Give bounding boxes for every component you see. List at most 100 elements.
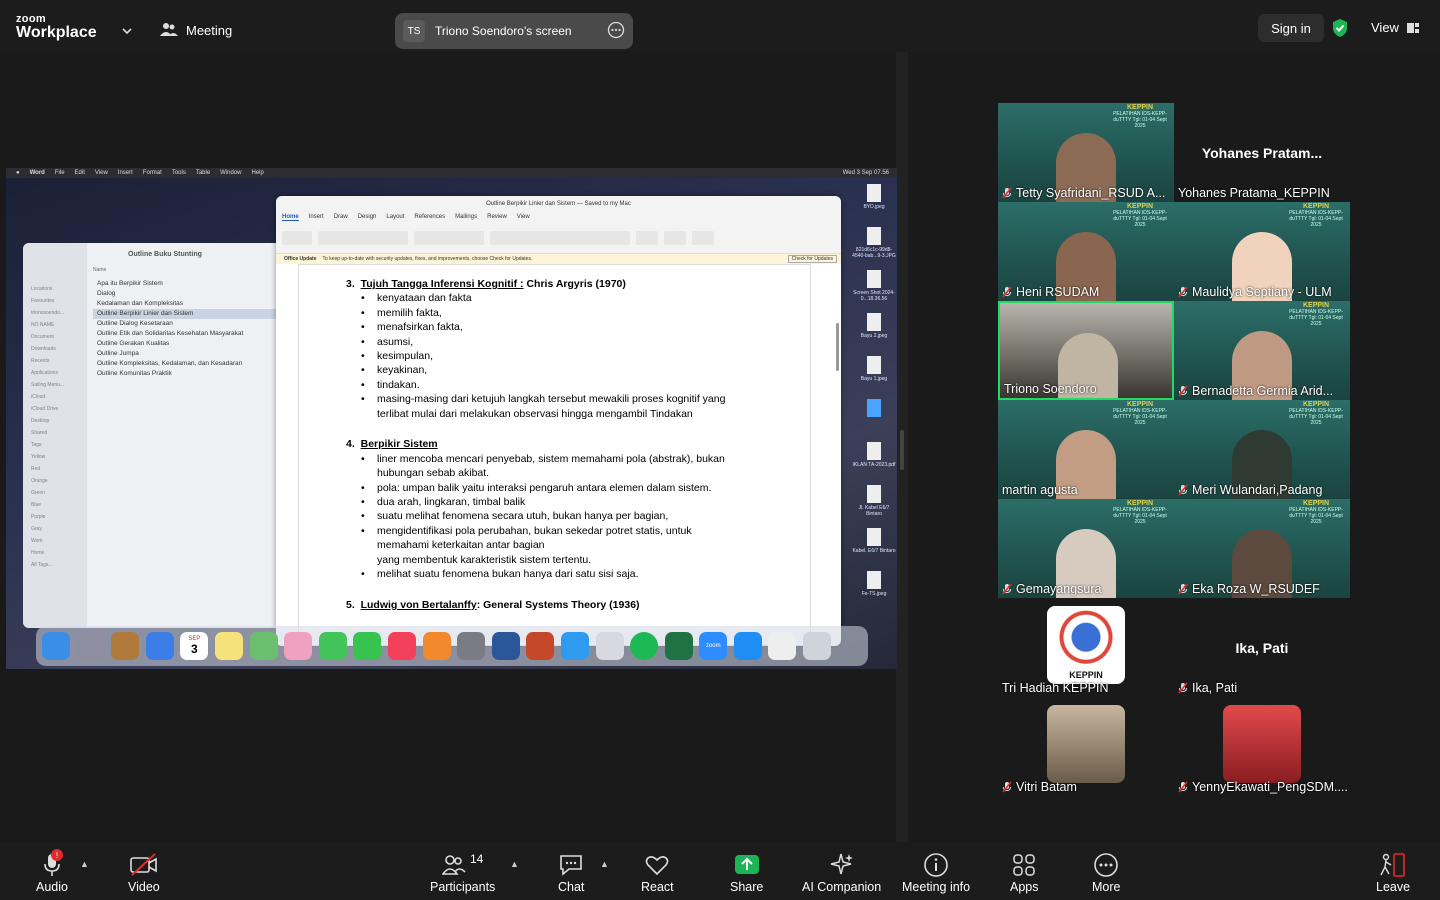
participant-tile[interactable]: KEPPIN Tri Hadiah KEPPIN bbox=[998, 598, 1174, 697]
leave-button[interactable]: Leave bbox=[1376, 852, 1410, 894]
paragraph-controls[interactable] bbox=[414, 231, 484, 245]
desktop-file[interactable]: Screen Shot 2024-0...18.36.56 bbox=[851, 270, 897, 311]
finder-item[interactable]: Outline Kompleksitas, Kedalaman, dan Kes… bbox=[93, 359, 288, 369]
participant-tile[interactable]: Vitri Batam bbox=[998, 697, 1174, 796]
ai-companion-button[interactable]: AI Companion bbox=[802, 852, 881, 894]
finder-sidebar-item[interactable]: Blue bbox=[31, 499, 64, 511]
app-store-dock-icon[interactable] bbox=[733, 632, 762, 660]
screen-share-indicator[interactable]: TS Triono Soendoro's screen bbox=[395, 13, 633, 49]
messages-dock-icon[interactable] bbox=[318, 632, 347, 660]
participant-tile[interactable]: KEPPIN PELATIHAN IDS-KEPP-duTTTY Tgl: 01-… bbox=[998, 202, 1174, 301]
react-button[interactable]: React bbox=[641, 852, 674, 894]
excel-dock-icon[interactable] bbox=[664, 632, 693, 660]
finder-item[interactable]: Outline Etik dan Solidaritas Kesehatan M… bbox=[93, 329, 288, 339]
finder-sidebar-item[interactable]: NO NAME bbox=[31, 319, 64, 331]
finder-sidebar-item[interactable]: Gray bbox=[31, 523, 64, 535]
meeting-button[interactable]: Meeting bbox=[160, 22, 232, 38]
participant-tile[interactable]: Triono Soendoro bbox=[998, 301, 1174, 400]
powerpoint-dock-icon[interactable] bbox=[526, 632, 555, 660]
more-options-icon[interactable] bbox=[607, 21, 625, 42]
finder-sidebar-item[interactable]: Downloads bbox=[31, 343, 64, 355]
music-dock-icon[interactable] bbox=[387, 632, 416, 660]
participant-tile[interactable]: KEPPIN PELATIHAN IDS-KEPP-duTTTY Tgl: 01-… bbox=[1174, 499, 1350, 598]
finder-item[interactable]: Apa itu Berpikir Sistem bbox=[93, 279, 288, 289]
desktop-file[interactable]: Fe-TS.jpeg bbox=[851, 571, 897, 612]
finder-sidebar-item[interactable]: Favourites bbox=[31, 295, 64, 307]
audio-caret-icon[interactable]: ▲ bbox=[80, 859, 89, 869]
trash-dock-icon[interactable] bbox=[803, 632, 832, 660]
font-controls[interactable] bbox=[318, 231, 408, 245]
contacts-dock-icon[interactable] bbox=[111, 632, 140, 660]
finder-sidebar-item[interactable]: iCloud bbox=[31, 391, 64, 403]
finder-sidebar-item[interactable]: Red bbox=[31, 463, 64, 475]
finder-item[interactable]: Outline Jumpa bbox=[93, 349, 288, 359]
finder-sidebar-item[interactable]: Document bbox=[31, 331, 64, 343]
word-scrollbar[interactable] bbox=[836, 323, 839, 371]
ribbon-tab-review[interactable]: Review bbox=[487, 214, 507, 221]
participant-tile[interactable]: KEPPIN PELATIHAN IDS-KEPP-duTTTY Tgl: 01-… bbox=[998, 103, 1174, 202]
more-button[interactable]: More bbox=[1092, 852, 1120, 894]
participant-tile[interactable]: KEPPIN PELATIHAN IDS-KEPP-duTTTY Tgl: 01-… bbox=[1174, 400, 1350, 499]
participant-tile[interactable]: Yohanes Pratam... Yohanes Pratama_KEPPIN bbox=[1174, 103, 1350, 202]
shield-check-icon[interactable] bbox=[1331, 18, 1349, 43]
meeting-info-button[interactable]: Meeting info bbox=[902, 852, 970, 894]
desktop-file[interactable]: Kabel. E6/7 Bintaro bbox=[851, 528, 897, 569]
ribbon-tab-design[interactable]: Design bbox=[358, 214, 377, 221]
finder-sidebar-item[interactable]: Sailing Menu... bbox=[31, 379, 64, 391]
desktop-file[interactable]: Bayu 1.jpeg bbox=[851, 356, 897, 397]
chat-button[interactable]: Chat bbox=[558, 852, 584, 894]
editor-button[interactable] bbox=[692, 231, 714, 245]
finder-sidebar-item[interactable]: Shared bbox=[31, 427, 64, 439]
finder-sidebar-item[interactable]: trionosoendo... bbox=[31, 307, 64, 319]
facetime-dock-icon[interactable] bbox=[353, 632, 382, 660]
dictate-button[interactable] bbox=[636, 231, 658, 245]
generic-app-dock-icon[interactable] bbox=[595, 632, 624, 660]
participant-tile[interactable]: KEPPIN PELATIHAN IDS-KEPP-duTTTY Tgl: 01-… bbox=[1174, 301, 1350, 400]
desktop-file[interactable]: 821d6c1c-99d8-4540-bab...9-3.JPG bbox=[851, 227, 897, 268]
resize-handle[interactable] bbox=[900, 430, 904, 470]
word-dock-icon[interactable] bbox=[491, 632, 520, 660]
finder-sidebar-item[interactable]: Applications bbox=[31, 367, 64, 379]
finder-sidebar-item[interactable]: Orange bbox=[31, 475, 64, 487]
books-dock-icon[interactable] bbox=[422, 632, 451, 660]
ribbon-tab-references[interactable]: References bbox=[414, 214, 445, 221]
finder-sidebar-item[interactable]: Desktop bbox=[31, 415, 64, 427]
participant-tile[interactable]: KEPPIN PELATIHAN IDS-KEPP-duTTTY Tgl: 01-… bbox=[998, 400, 1174, 499]
ribbon-tab-view[interactable]: View bbox=[517, 214, 530, 221]
styles-gallery[interactable] bbox=[490, 231, 630, 245]
ribbon-tab-insert[interactable]: Insert bbox=[309, 214, 324, 221]
participant-tile[interactable]: KEPPIN PELATIHAN IDS-KEPP-duTTTY Tgl: 01-… bbox=[998, 499, 1174, 598]
finder-sidebar-item[interactable]: Purple bbox=[31, 511, 64, 523]
finder-item[interactable]: Kedalaman dan Kompleksitas bbox=[93, 299, 288, 309]
finder-sidebar-item[interactable]: Tags bbox=[31, 439, 64, 451]
finder-sidebar-item[interactable]: Work bbox=[31, 535, 64, 547]
finder-item[interactable]: Dialog bbox=[93, 289, 288, 299]
apps-button[interactable]: Apps bbox=[1010, 852, 1039, 894]
sign-in-button[interactable]: Sign in bbox=[1258, 14, 1324, 42]
finder-sidebar-item[interactable]: Yellow bbox=[31, 451, 64, 463]
check-updates-button[interactable]: Check for Updates bbox=[787, 255, 837, 263]
participant-tile[interactable]: YennyEkawati_PengSDM.... bbox=[1174, 697, 1350, 796]
finder-sidebar-item[interactable]: All Tags... bbox=[31, 559, 64, 571]
document-dock-icon[interactable] bbox=[768, 632, 797, 660]
desktop-file[interactable]: BYD.jpeg bbox=[851, 184, 897, 225]
finder-dock-icon[interactable] bbox=[42, 632, 70, 660]
spotify-dock-icon[interactable] bbox=[630, 632, 659, 660]
finder-sidebar-item[interactable]: iCloud Drive bbox=[31, 403, 64, 415]
finder-sidebar-item[interactable]: Locations bbox=[31, 283, 64, 295]
launchpad-dock-icon[interactable] bbox=[76, 632, 105, 660]
finder-item[interactable]: Outline Komunitas Praktik bbox=[93, 369, 288, 379]
photos-dock-icon[interactable] bbox=[284, 632, 313, 660]
ribbon-tab-draw[interactable]: Draw bbox=[334, 214, 348, 221]
mail-dock-icon[interactable] bbox=[145, 632, 174, 660]
ribbon-tab-mailings[interactable]: Mailings bbox=[455, 214, 477, 221]
notes-dock-icon[interactable] bbox=[214, 632, 243, 660]
ribbon-tab-home[interactable]: Home bbox=[282, 214, 299, 221]
view-button[interactable]: View bbox=[1371, 20, 1419, 35]
participant-tile[interactable]: Ika, Pati Ika, Pati bbox=[1174, 598, 1350, 697]
desktop-file[interactable] bbox=[851, 399, 897, 440]
desktop-file[interactable]: IKLAN TA-2023.pdf bbox=[851, 442, 897, 483]
participants-button[interactable]: 14 Participants bbox=[430, 852, 495, 894]
settings-dock-icon[interactable] bbox=[457, 632, 486, 660]
finder-item[interactable]: Outline Berpikir Linier dan Sistem bbox=[93, 309, 288, 319]
